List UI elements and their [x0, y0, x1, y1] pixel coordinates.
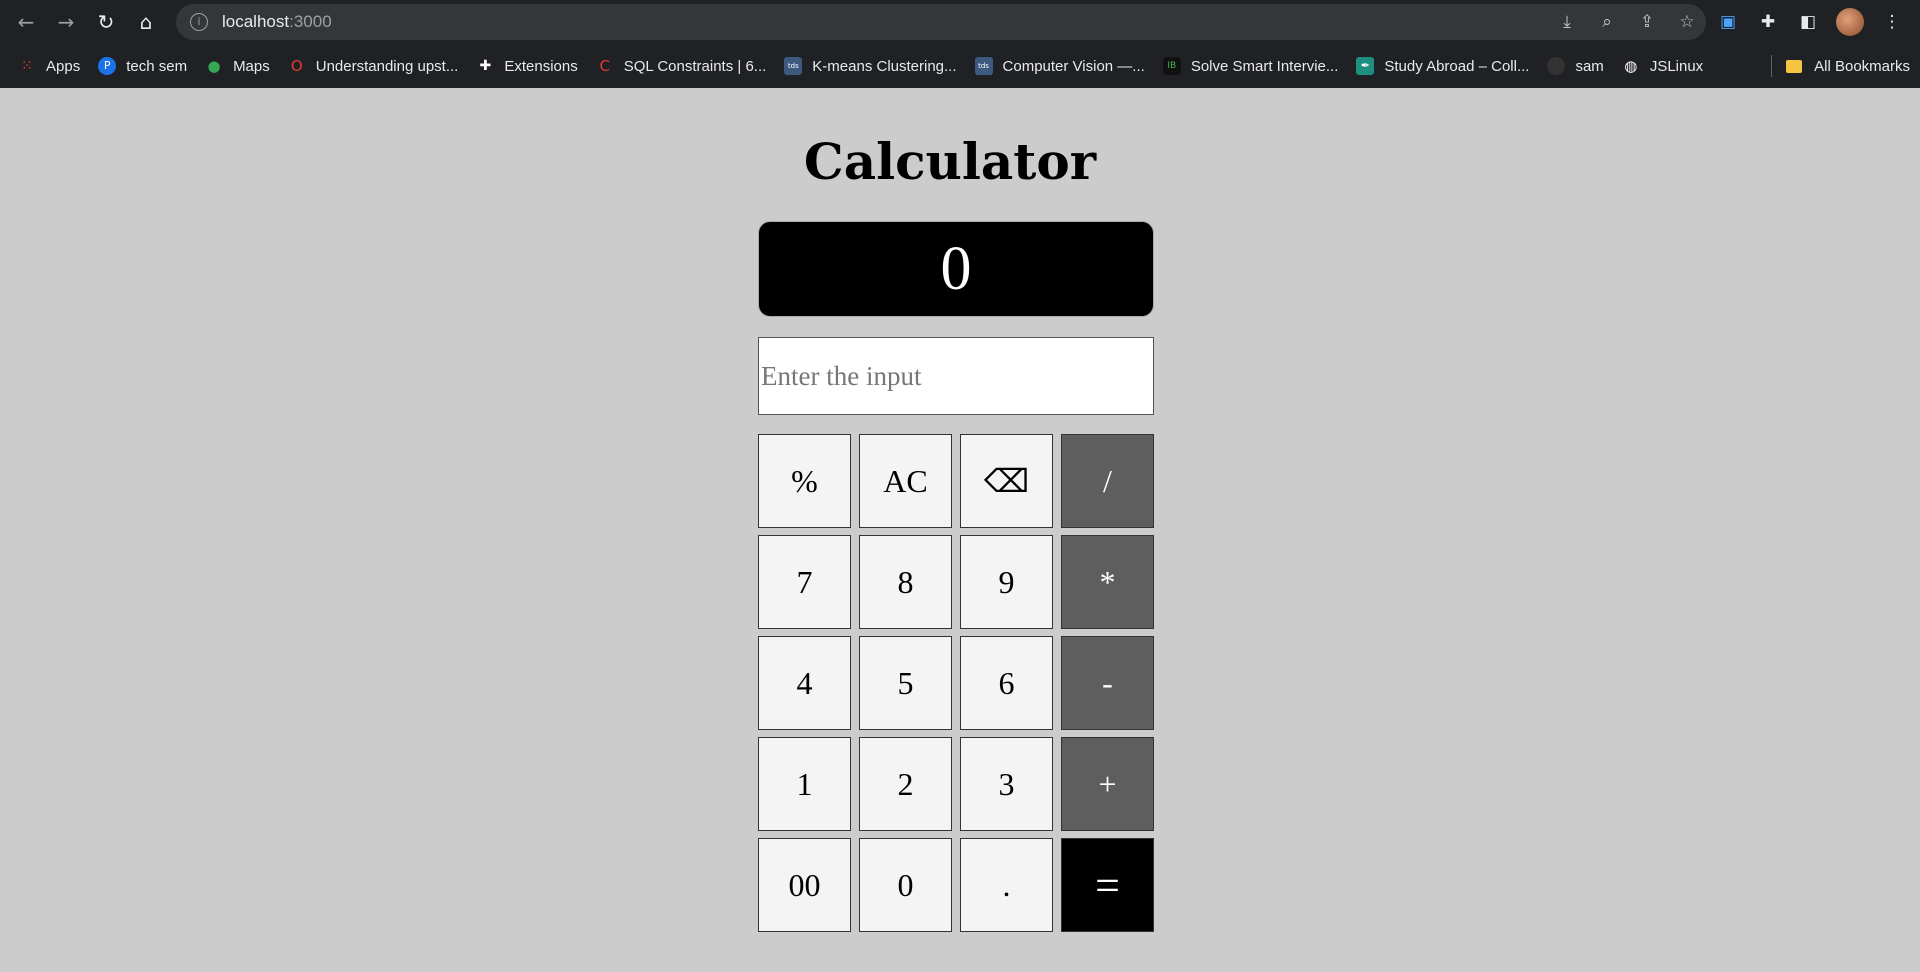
- home-icon[interactable]: ⌂: [126, 2, 166, 42]
- bookmark-solve-smart[interactable]: IB Solve Smart Intervie...: [1162, 57, 1339, 75]
- keypad: % AC ⌫ / 7 8 9 * 4 5 6 - 1 2 3 + 00 0 . …: [758, 434, 1154, 932]
- bookmark-jslinux[interactable]: ◍ JSLinux: [1622, 57, 1703, 75]
- page-title: Calculator: [803, 132, 1097, 191]
- install-app-icon[interactable]: ⤓: [1556, 12, 1578, 32]
- bookmark-apps[interactable]: ⁙ Apps: [18, 57, 80, 75]
- divide-button[interactable]: /: [1061, 434, 1154, 528]
- backspace-button[interactable]: ⌫: [960, 434, 1053, 528]
- bookmark-kmeans[interactable]: tds K-means Clustering...: [784, 57, 957, 75]
- toolbar-extensions: ▣ ✚ ◧ ⋮: [1716, 0, 1904, 44]
- bookmark-sql[interactable]: C SQL Constraints | 6...: [596, 57, 767, 75]
- bookmark-label: Understanding upst...: [315, 57, 459, 75]
- forward-icon[interactable]: →: [46, 2, 86, 42]
- side-panel-icon[interactable]: ◧: [1796, 12, 1820, 32]
- globe-icon: ◍: [1624, 57, 1638, 75]
- maps-pin-icon: ●: [207, 57, 221, 75]
- zoom-icon[interactable]: ⌕: [1596, 12, 1618, 32]
- site-info-icon[interactable]: i: [190, 13, 208, 31]
- puzzle-icon[interactable]: ✚: [1756, 12, 1780, 32]
- bookmark-computer-vision[interactable]: tds Computer Vision —...: [974, 57, 1145, 75]
- page-content: Calculator 0 % AC ⌫ / 7 8 9 * 4 5 6 - 1 …: [0, 88, 1920, 972]
- bookmark-label: tech sem: [126, 57, 188, 75]
- bookmark-label: Apps: [46, 57, 81, 75]
- double-zero-button[interactable]: 00: [758, 838, 851, 932]
- extension-icon[interactable]: ▣: [1716, 12, 1740, 32]
- bookmark-label: Study Abroad – Coll...: [1384, 57, 1530, 75]
- digit-4-button[interactable]: 4: [758, 636, 851, 730]
- equals-button[interactable]: =: [1061, 838, 1154, 932]
- bookmark-label: Solve Smart Intervie...: [1190, 57, 1339, 75]
- url-host: localhost: [222, 12, 290, 31]
- bookmark-extensions[interactable]: ✚ Extensions: [476, 57, 577, 75]
- digit-0-button[interactable]: 0: [859, 838, 952, 932]
- red-o-icon: O: [290, 57, 303, 75]
- digit-3-button[interactable]: 3: [960, 737, 1053, 831]
- decimal-button[interactable]: .: [960, 838, 1053, 932]
- bookmark-understanding[interactable]: O Understanding upst...: [288, 57, 459, 75]
- tds-icon: tds: [974, 57, 993, 75]
- digit-5-button[interactable]: 5: [859, 636, 952, 730]
- bookmarks-bar: ⁙ Apps Ptech sem ● Maps O Understanding ups…: [0, 44, 1920, 88]
- bookmark-label: SQL Constraints | 6...: [623, 57, 767, 75]
- url-port: :3000: [289, 12, 332, 31]
- bookmark-study-abroad[interactable]: ✒ Study Abroad – Coll...: [1356, 57, 1529, 75]
- bookmark-label: sam: [1575, 57, 1604, 75]
- bookmark-label: Maps: [233, 57, 270, 75]
- profile-avatar[interactable]: [1836, 8, 1864, 36]
- all-bookmarks[interactable]: All Bookmarks: [1771, 55, 1910, 77]
- github-icon: [1547, 57, 1566, 75]
- bookmark-sam[interactable]: sam: [1547, 57, 1604, 75]
- url-text[interactable]: localhost:3000: [222, 12, 332, 32]
- bookmark-label: Computer Vision —...: [1002, 57, 1145, 75]
- address-bar-actions: ⤓ ⌕ ⇪ ☆: [1556, 4, 1698, 40]
- bookmark-star-icon[interactable]: ☆: [1676, 12, 1698, 32]
- p-logo-icon: P: [98, 57, 117, 75]
- bookmark-label: K-means Clustering...: [812, 57, 957, 75]
- result-display: 0: [758, 221, 1154, 317]
- ib-icon: IB: [1162, 57, 1181, 75]
- menu-kebab-icon[interactable]: ⋮: [1880, 12, 1904, 32]
- browser-toolbar: ← → ↻ ⌂ i localhost:3000 ⤓ ⌕ ⇪ ☆ ▣ ✚ ◧ ⋮: [0, 0, 1920, 44]
- folder-icon: [1786, 59, 1803, 73]
- digit-1-button[interactable]: 1: [758, 737, 851, 831]
- multiply-button[interactable]: *: [1061, 535, 1154, 629]
- subtract-button[interactable]: -: [1061, 636, 1154, 730]
- reload-icon[interactable]: ↻: [86, 2, 126, 42]
- all-clear-button[interactable]: AC: [859, 434, 952, 528]
- digit-8-button[interactable]: 8: [859, 535, 952, 629]
- address-bar[interactable]: i localhost:3000 ⤓ ⌕ ⇪ ☆: [176, 4, 1706, 40]
- tds-icon: tds: [784, 57, 803, 75]
- back-icon[interactable]: ←: [6, 2, 46, 42]
- red-c-icon: C: [599, 57, 610, 75]
- add-button[interactable]: +: [1061, 737, 1154, 831]
- percent-button[interactable]: %: [758, 434, 851, 528]
- digit-7-button[interactable]: 7: [758, 535, 851, 629]
- apps-grid-icon: ⁙: [21, 58, 33, 74]
- bookmark-tech-sem[interactable]: Ptech sem: [98, 57, 187, 75]
- pen-nib-icon: ✒: [1356, 57, 1375, 75]
- bookmarks-divider: [1771, 55, 1773, 77]
- expression-input[interactable]: [758, 337, 1154, 415]
- digit-6-button[interactable]: 6: [960, 636, 1053, 730]
- browser-chrome: ← → ↻ ⌂ i localhost:3000 ⤓ ⌕ ⇪ ☆ ▣ ✚ ◧ ⋮…: [0, 0, 1920, 88]
- digit-9-button[interactable]: 9: [960, 535, 1053, 629]
- digit-2-button[interactable]: 2: [859, 737, 952, 831]
- share-icon[interactable]: ⇪: [1636, 12, 1658, 32]
- puzzle-icon: ✚: [479, 58, 492, 74]
- bookmark-maps[interactable]: ● Maps: [205, 57, 270, 75]
- bookmark-label: Extensions: [504, 57, 578, 75]
- bookmark-label: JSLinux: [1649, 57, 1704, 75]
- all-bookmarks-label: All Bookmarks: [1814, 57, 1910, 75]
